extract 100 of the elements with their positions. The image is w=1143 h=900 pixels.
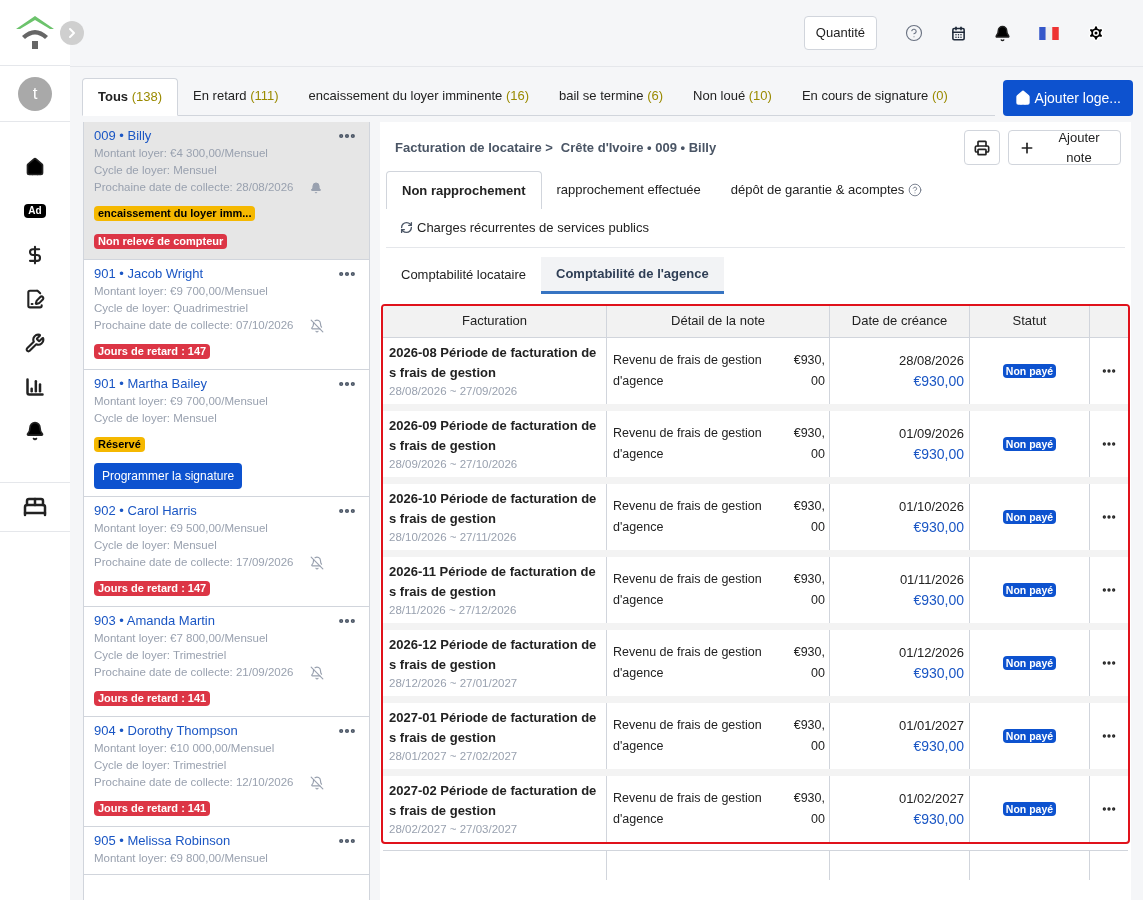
bell-off-icon[interactable]: [309, 775, 324, 790]
unit-title[interactable]: 903 • Amanda Martin: [94, 613, 215, 628]
unit-detail: Montant loyer: €10 000,00/Mensuel: [94, 741, 276, 756]
unit-detail: Cycle de loyer: Mensuel: [94, 163, 218, 178]
invoice-period: 28/01/2027 ~ 27/02/2027: [389, 748, 519, 764]
note-amount: €930,00: [792, 497, 825, 536]
filter-tab[interactable]: bail se termine (6): [544, 77, 679, 115]
breadcrumb-item[interactable]: Facturation de locataire >: [395, 137, 553, 158]
collection-date: Prochaine date de collecte: 28/08/2026: [94, 180, 294, 195]
billing-tab-label[interactable]: Non rapprochement: [402, 180, 526, 201]
collection-date: Prochaine date de collecte: 21/09/2026: [94, 665, 294, 680]
due-amount: €930,00: [913, 590, 964, 610]
invoice-period: 28/12/2026 ~ 27/01/2027: [389, 675, 519, 691]
due-amount: €930,00: [913, 371, 964, 391]
invoice-title: 2026-11 Période de facturation des frais de gestion: [389, 562, 597, 601]
note-detail: Revenu de frais de gestion d'agence: [613, 497, 763, 536]
billing-tab[interactable]: rapprochement effectuée: [541, 171, 716, 209]
collection-date: Prochaine date de collecte: 12/10/2026: [94, 775, 294, 790]
status-badge: Jours de retard : 141: [94, 801, 211, 816]
document-pen-icon[interactable]: [25, 288, 45, 309]
help-icon[interactable]: [905, 24, 923, 42]
status-badge: encaissement du loyer imm...: [94, 206, 256, 221]
invoice-period: 28/11/2026 ~ 27/12/2026: [389, 602, 518, 618]
filter-tab[interactable]: Tous (138): [82, 78, 179, 116]
home-icon[interactable]: [25, 156, 45, 177]
calendar-icon[interactable]: [951, 25, 966, 41]
unit-detail: Cycle de loyer: Mensuel: [94, 538, 218, 553]
settings-icon[interactable]: [1087, 24, 1105, 42]
unit-detail: Montant loyer: €7 800,00/Mensuel: [94, 631, 269, 646]
bell-icon[interactable]: [25, 420, 45, 441]
invoice-period: 28/10/2026 ~ 27/11/2026: [389, 529, 518, 545]
unit-title[interactable]: 901 • Jacob Wright: [94, 266, 204, 281]
collection-date: Prochaine date de collecte: 17/09/2026: [94, 555, 294, 570]
french-flag-icon[interactable]: [1039, 26, 1059, 40]
note-amount: €930,00: [792, 351, 825, 390]
bell-off-icon[interactable]: [309, 555, 324, 570]
status-badge: Jours de retard : 141: [94, 691, 211, 706]
due-date: 01/09/2026: [898, 424, 964, 443]
bell-icon[interactable]: [994, 24, 1011, 42]
logo[interactable]: [14, 13, 56, 52]
due-date: 01/11/2026: [899, 570, 964, 589]
add-note-button[interactable]: Ajouter note: [1008, 130, 1121, 165]
schedule-signature-button[interactable]: Programmer la signature: [94, 463, 243, 489]
unit-detail: Cycle de loyer: Mensuel: [94, 411, 218, 426]
due-amount: €930,00: [913, 809, 964, 829]
billing-tab[interactable]: Non rapprochement: [386, 171, 542, 209]
unit-title[interactable]: 904 • Dorothy Thompson: [94, 723, 238, 738]
help-icon[interactable]: [908, 183, 923, 197]
recurring-charges-link[interactable]: Charges récurrentes de services publics: [417, 218, 649, 238]
invoice-title: 2026-10 Période de facturation des frais de gestion: [389, 489, 598, 528]
status-badge: Non relevé de compteur: [94, 234, 228, 249]
status-badge: Non payé: [1002, 436, 1057, 451]
accounting-tab[interactable]: Comptabilité de l'agence: [541, 256, 724, 294]
unit-title[interactable]: 009 • Billy: [94, 128, 152, 143]
status-badge: Non payé: [1002, 363, 1057, 378]
column-header: Détail de la note: [607, 305, 830, 337]
unit-detail: Montant loyer: €9 700,00/Mensuel: [94, 394, 269, 409]
filter-tab[interactable]: En cours de signature (0): [786, 77, 963, 115]
print-button[interactable]: [964, 130, 1000, 165]
quantity-button[interactable]: Quantité: [803, 16, 877, 50]
status-badge: Non payé: [1002, 582, 1057, 597]
invoice-title: 2026-12 Période de facturation des frais de gestion: [389, 635, 598, 674]
note-detail: Revenu de frais de gestion d'agence: [613, 789, 763, 828]
unit-title[interactable]: 905 • Melissa Robinson: [94, 833, 231, 848]
filter-tab[interactable]: Non loué (10): [678, 77, 787, 115]
status-badge: Non payé: [1002, 509, 1057, 524]
unit-title[interactable]: 901 • Martha Bailey: [94, 376, 207, 391]
bell-off-icon[interactable]: [309, 318, 324, 333]
filter-tab[interactable]: En retard (111): [178, 77, 294, 115]
house-icon: [1014, 90, 1031, 106]
billing-tab-label[interactable]: rapprochement effectuée: [556, 180, 701, 200]
unit-title[interactable]: 902 • Carol Harris: [94, 503, 197, 518]
add-housing-button[interactable]: Ajouter loge...: [1002, 80, 1133, 116]
unit-card[interactable]: 009 • Billy Montant loyer: €4 300,00/Mensuel Cycle de loyer: Mensuel Prochaine date de collecte: 28/08/2026 encaissement du loyer imm... Non relevé de compteur: [84, 122, 369, 260]
bed-icon[interactable]: [23, 495, 47, 519]
ad-icon[interactable]: Ad: [24, 203, 46, 218]
invoice-title: 2027-02 Période de facturation des frais de gestion: [389, 781, 598, 820]
note-amount: €930,00: [792, 789, 825, 828]
invoice-title: 2027-01 Période de facturation des frais de gestion: [389, 708, 598, 747]
unit-detail: Montant loyer: €9 800,00/Mensuel: [94, 851, 269, 866]
bar-chart-icon[interactable]: [25, 376, 45, 397]
billing-tab-label[interactable]: dépôt de garantie & acomptes: [730, 180, 905, 200]
status-badge: Jours de retard : 147: [94, 344, 211, 359]
status-badge: Non payé: [1002, 655, 1057, 670]
invoice-title: 2026-08 Période de facturation des frais de gestion: [389, 343, 598, 382]
accounting-tab[interactable]: Comptabilité locataire: [386, 256, 541, 294]
print-icon: [974, 139, 990, 156]
note-detail: Revenu de frais de gestion d'agence: [613, 570, 763, 609]
bell-off-icon[interactable]: [309, 665, 324, 680]
due-date: 01/10/2026: [898, 497, 964, 516]
note-detail: Revenu de frais de gestion d'agence: [613, 351, 763, 390]
filter-tab[interactable]: encaissement du loyer imminente (16): [293, 77, 544, 115]
invoice-period: 28/09/2026 ~ 27/10/2026: [389, 456, 519, 472]
billing-tab[interactable]: dépôt de garantie & acomptes: [715, 171, 938, 209]
due-amount: €930,00: [913, 444, 964, 464]
invoice-period: 28/08/2026 ~ 27/09/2026: [389, 383, 519, 399]
unit-detail: Cycle de loyer: Quadrimestriel: [94, 301, 250, 316]
unit-detail: Cycle de loyer: Trimestriel: [94, 648, 228, 663]
column-header: Facturation: [383, 305, 607, 337]
wrench-icon[interactable]: [25, 332, 45, 353]
